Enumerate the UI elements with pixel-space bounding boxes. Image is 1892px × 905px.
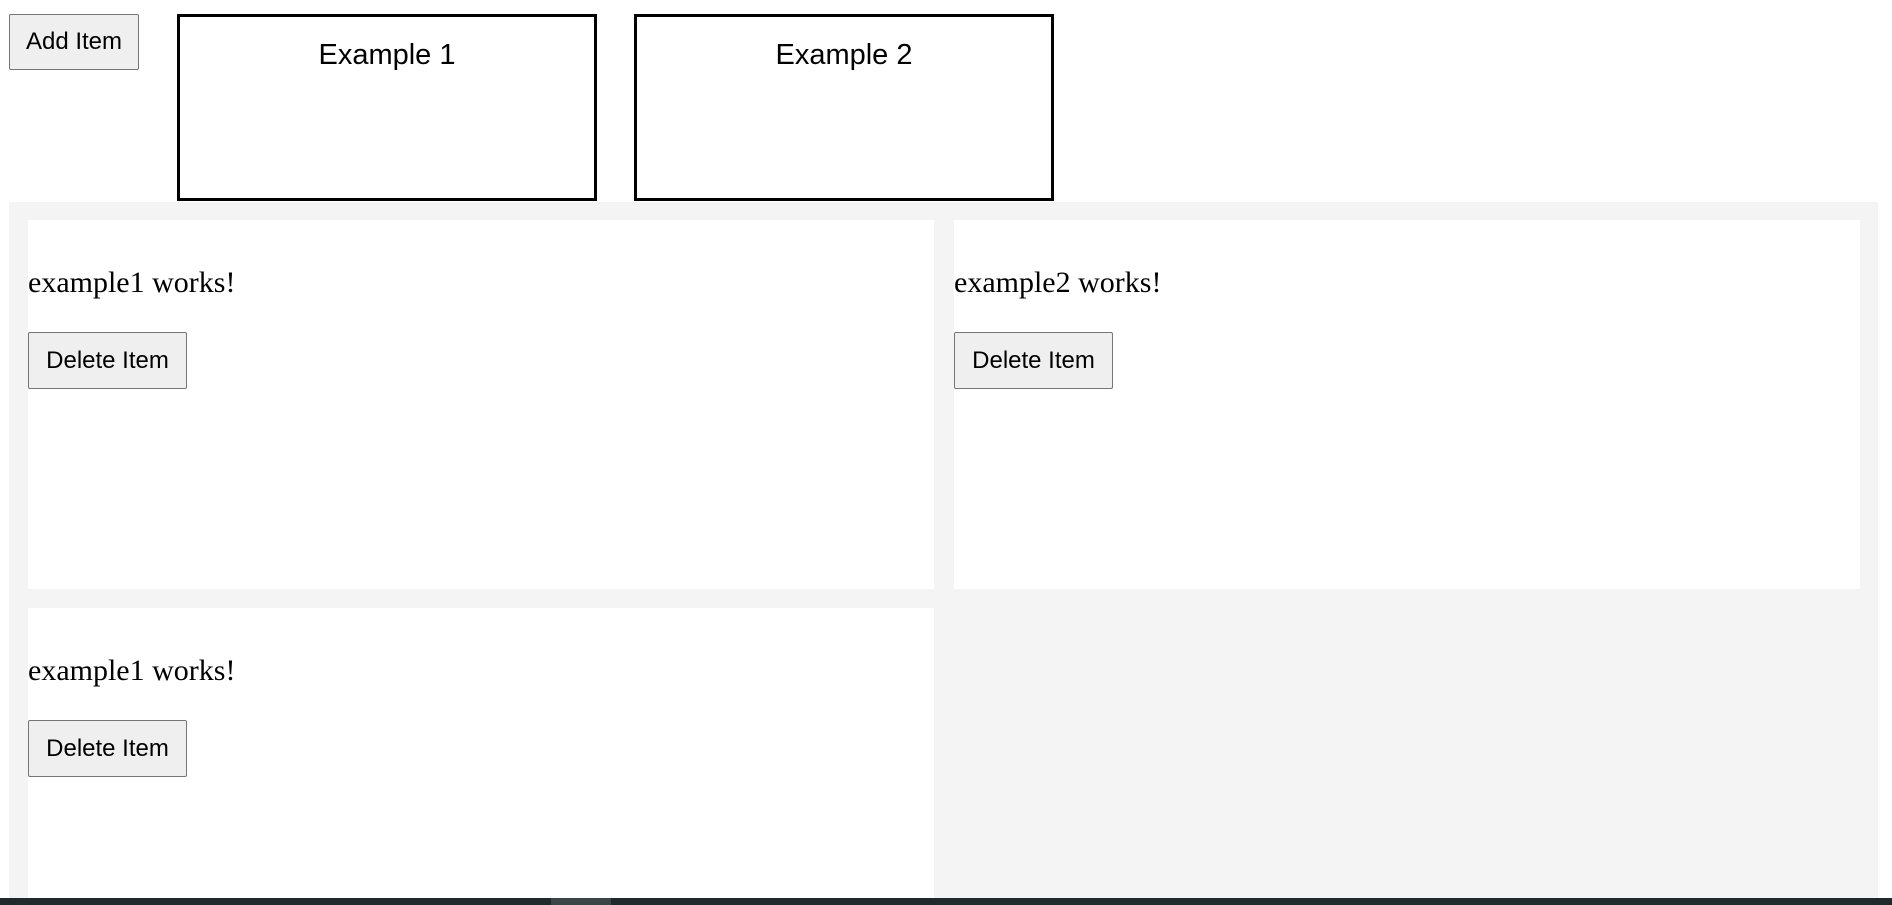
delete-item-button[interactable]: Delete Item (28, 720, 187, 777)
card-text: example1 works! (28, 654, 236, 687)
taskbar-active-app[interactable] (551, 898, 611, 905)
card-text: example2 works! (954, 266, 1162, 299)
grid-card[interactable]: example1 works! Delete Item (28, 220, 934, 589)
palette-item-label: Example 2 (775, 39, 913, 71)
page: Add Item Example 1 Example 2 example1 wo… (0, 0, 1892, 905)
delete-item-button[interactable]: Delete Item (954, 332, 1113, 389)
palette-item-example-1[interactable]: Example 1 (177, 14, 597, 201)
add-item-button[interactable]: Add Item (9, 14, 139, 70)
taskbar (0, 898, 1892, 905)
card-text: example1 works! (28, 266, 236, 299)
grid-card[interactable]: example1 works! Delete Item (28, 608, 934, 905)
palette-item-example-2[interactable]: Example 2 (634, 14, 1054, 201)
grid-card[interactable]: example2 works! Delete Item (954, 220, 1860, 589)
palette-item-label: Example 1 (318, 39, 456, 71)
delete-item-button[interactable]: Delete Item (28, 332, 187, 389)
